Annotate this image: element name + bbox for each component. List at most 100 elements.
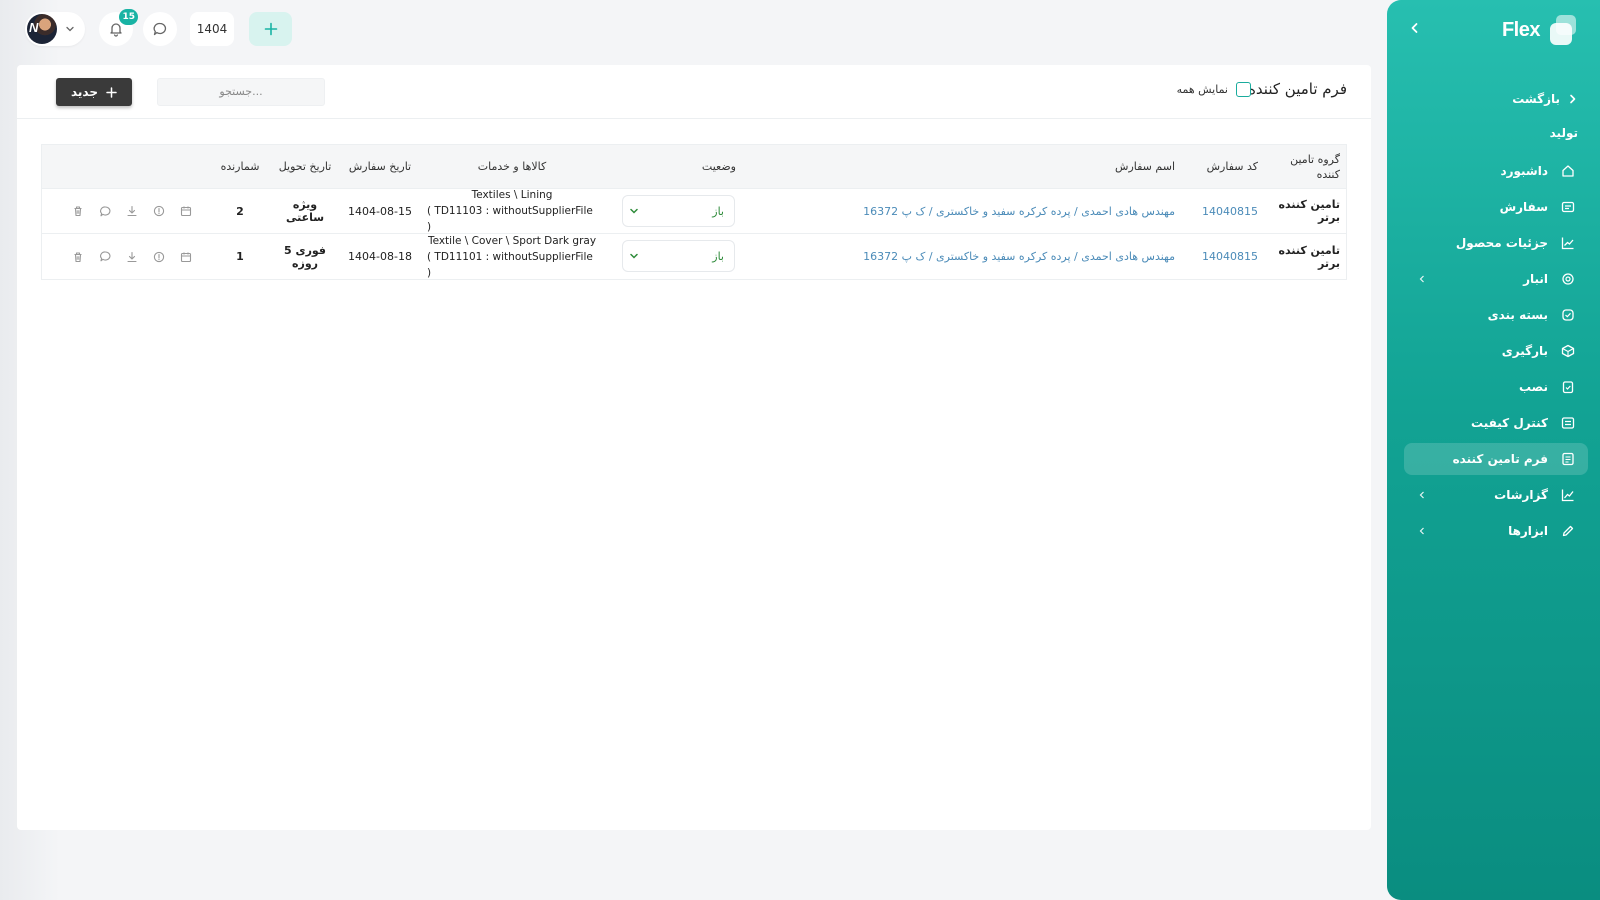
cell-order-date: 1404-08-15 xyxy=(348,204,412,218)
sidebar-item-supplier-form[interactable]: فرم تامین کننده xyxy=(1404,443,1588,475)
sidebar: Flex بازگشت تولید داشبورد سفارش جزئیات م… xyxy=(1387,0,1600,900)
status-select[interactable]: باز xyxy=(622,240,735,272)
status-select[interactable]: باز xyxy=(622,195,735,227)
notification-badge: 15 xyxy=(119,9,138,25)
sidebar-item-label: گزارشات xyxy=(1494,488,1548,502)
sidebar-item-reports[interactable]: گزارشات xyxy=(1404,479,1588,511)
cell-counter: 2 xyxy=(236,204,244,218)
trash-icon[interactable] xyxy=(71,250,85,264)
page-title: فرم تامین کننده xyxy=(1248,80,1347,98)
sidebar-item-install[interactable]: نصب xyxy=(1404,371,1588,403)
chat-button[interactable] xyxy=(143,12,177,46)
logo-text: Flex xyxy=(1501,18,1541,41)
chevron-down-icon xyxy=(630,253,638,259)
cell-goods: Textiles \ Lining ( TD11103 : withoutSup… xyxy=(427,189,597,233)
home-icon xyxy=(1560,163,1576,179)
goods-line: Textiles \ Lining xyxy=(471,189,553,201)
sidebar-item-warehouse[interactable]: انبار xyxy=(1404,263,1588,295)
table-row[interactable]: تامین کننده برتر 14040815 مهندس هادی احم… xyxy=(42,189,1346,234)
column-header-goods: کالاها و خدمات xyxy=(477,160,547,173)
sidebar-item-label: فرم تامین کننده xyxy=(1452,452,1548,466)
show-all-toggle[interactable]: نمایش همه xyxy=(1177,82,1251,97)
form-icon xyxy=(1560,451,1576,467)
order-name-link[interactable]: مهندس هادی احمدی / پرده کرکره سفید و خاک… xyxy=(745,234,1175,279)
sidebar-item-order[interactable]: سفارش xyxy=(1404,191,1588,223)
calendar-icon[interactable] xyxy=(179,250,193,264)
quick-add-button[interactable] xyxy=(249,12,292,46)
search-input[interactable]: جستجو... xyxy=(157,78,325,106)
column-header-group: گروه تامین کننده xyxy=(1290,152,1340,181)
sidebar-item-label: نصب xyxy=(1518,380,1548,394)
trash-icon[interactable] xyxy=(71,204,85,218)
chat-icon[interactable] xyxy=(98,250,112,264)
avatar: N xyxy=(27,14,57,44)
status-value: باز xyxy=(712,249,724,263)
chevron-left-icon xyxy=(1414,271,1430,287)
status-value: باز xyxy=(712,204,724,218)
column-header-order-name: اسم سفارش xyxy=(1115,160,1175,173)
sidebar-item-dashboard[interactable]: داشبورد xyxy=(1404,155,1588,187)
table-row[interactable]: تامین کننده برتر 14040815 مهندس هادی احم… xyxy=(42,234,1346,279)
sidebar-item-packaging[interactable]: بسته بندی xyxy=(1404,299,1588,331)
cell-group: تامین کننده برتر xyxy=(1278,243,1340,270)
cell-delivery-date: ویژه ساعتی xyxy=(285,198,325,224)
new-button-label: جدید xyxy=(70,85,99,99)
plus-icon xyxy=(264,22,277,36)
sidebar-back-link[interactable]: بازگشت xyxy=(1512,89,1578,109)
quality-icon xyxy=(1560,415,1576,431)
order-code-link[interactable]: 14040815 xyxy=(1198,189,1258,233)
sidebar-item-label: سفارش xyxy=(1499,200,1548,214)
table-header: گروه تامین کننده کد سفارش اسم سفارش وضعی… xyxy=(42,145,1346,189)
install-icon xyxy=(1560,379,1576,395)
sidebar-item-label: ابزارها xyxy=(1508,524,1548,538)
sidebar-item-loading[interactable]: بارگیری xyxy=(1404,335,1588,367)
cell-counter: 1 xyxy=(236,250,244,263)
orders-table: گروه تامین کننده کد سفارش اسم سفارش وضعی… xyxy=(41,144,1347,280)
sidebar-item-label: کنترل کیفیت xyxy=(1471,416,1548,430)
cell-goods: Textile \ Cover \ Sport Dark gray ( TD11… xyxy=(427,234,597,279)
show-all-label: نمایش همه xyxy=(1176,83,1228,96)
new-button[interactable]: جدید xyxy=(56,78,132,106)
chevron-left-icon xyxy=(1414,523,1430,539)
column-header-counter: شمارنده xyxy=(220,160,260,173)
column-header-code: کد سفارش xyxy=(1206,160,1258,173)
chevron-left-icon xyxy=(1411,23,1418,33)
cell-order-date: 1404-08-18 xyxy=(348,250,412,263)
package-check-icon xyxy=(1560,307,1576,323)
sidebar-item-product-details[interactable]: جزئیات محصول xyxy=(1404,227,1588,259)
year-selector[interactable]: 1404 xyxy=(190,12,234,46)
column-header-delivery-date: تاریخ تحویل xyxy=(278,160,332,173)
sidebar-item-label: جزئیات محصول xyxy=(1455,236,1548,250)
download-icon[interactable] xyxy=(125,204,139,218)
chevron-down-icon xyxy=(630,208,638,214)
chat-icon xyxy=(153,22,167,36)
cell-group: تامین کننده برتر xyxy=(1278,198,1340,224)
notifications-button[interactable]: 15 xyxy=(99,9,138,46)
chart-line-icon xyxy=(1560,235,1576,251)
logo: Flex xyxy=(1502,14,1578,46)
goods-line: Textile \ Cover \ Sport Dark gray xyxy=(427,234,597,247)
chat-icon[interactable] xyxy=(98,204,112,218)
main-card: فرم تامین کننده نمایش همه جستجو... جدید … xyxy=(17,65,1371,830)
info-icon[interactable] xyxy=(152,204,166,218)
sidebar-back-label: بازگشت xyxy=(1512,92,1560,106)
show-all-checkbox[interactable] xyxy=(1236,82,1251,97)
order-code-link[interactable]: 14040815 xyxy=(1198,234,1258,279)
download-icon[interactable] xyxy=(125,250,139,264)
order-name-link[interactable]: مهندس هادی احمدی / پرده کرکره سفید و خاک… xyxy=(745,189,1175,233)
info-icon[interactable] xyxy=(152,250,166,264)
column-header-order-date: تاریخ سفارش xyxy=(348,160,412,173)
sidebar-section-title: تولید xyxy=(1549,126,1578,140)
warehouse-icon xyxy=(1560,271,1576,287)
sidebar-item-label: بسته بندی xyxy=(1487,308,1548,322)
box-icon xyxy=(1560,343,1576,359)
sidebar-item-quality-control[interactable]: کنترل کیفیت xyxy=(1404,407,1588,439)
sidebar-item-tools[interactable]: ابزارها xyxy=(1404,515,1588,547)
sidebar-collapse-button[interactable] xyxy=(1405,18,1425,38)
pencil-icon xyxy=(1560,523,1576,539)
column-header-status: وضعیت xyxy=(701,160,736,173)
user-menu[interactable]: N xyxy=(25,12,85,46)
calendar-icon[interactable] xyxy=(179,204,193,218)
plus-icon xyxy=(106,86,117,98)
row-actions xyxy=(71,189,193,233)
